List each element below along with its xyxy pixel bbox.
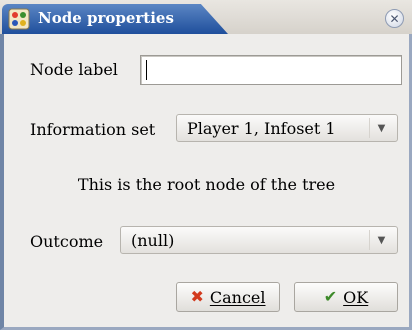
information-set-select[interactable]: Player 1, Infoset 1 ▼ — [176, 114, 398, 142]
information-set-value: Player 1, Infoset 1 — [187, 119, 336, 138]
information-set-label: Information set — [30, 120, 156, 139]
outcome-value: (null) — [131, 231, 175, 250]
window-title: Node properties — [38, 9, 174, 27]
node-properties-dialog: Node label Information set Player 1, Inf… — [0, 34, 412, 330]
outcome-label: Outcome — [30, 232, 104, 251]
cancel-x-icon: ✖ — [190, 287, 204, 306]
checkmark-icon: ✔ — [323, 287, 338, 306]
node-label-input[interactable] — [140, 55, 402, 85]
cancel-button[interactable]: ✖ Cancel — [176, 282, 280, 312]
text-caret — [146, 60, 147, 80]
root-node-message: This is the root node of the tree — [77, 175, 336, 194]
title-bar: Node properties ✕ — [0, 0, 412, 34]
ok-button-label: OK — [343, 287, 369, 307]
close-icon[interactable]: ✕ — [385, 9, 404, 28]
gambit-app-icon — [8, 8, 30, 30]
ok-button[interactable]: ✔ OK — [294, 282, 398, 312]
chevron-down-icon[interactable]: ▼ — [369, 118, 393, 138]
outcome-select[interactable]: (null) ▼ — [120, 226, 398, 254]
node-label-label: Node label — [30, 60, 118, 79]
chevron-down-icon[interactable]: ▼ — [369, 230, 393, 250]
cancel-button-label: Cancel — [209, 287, 266, 307]
